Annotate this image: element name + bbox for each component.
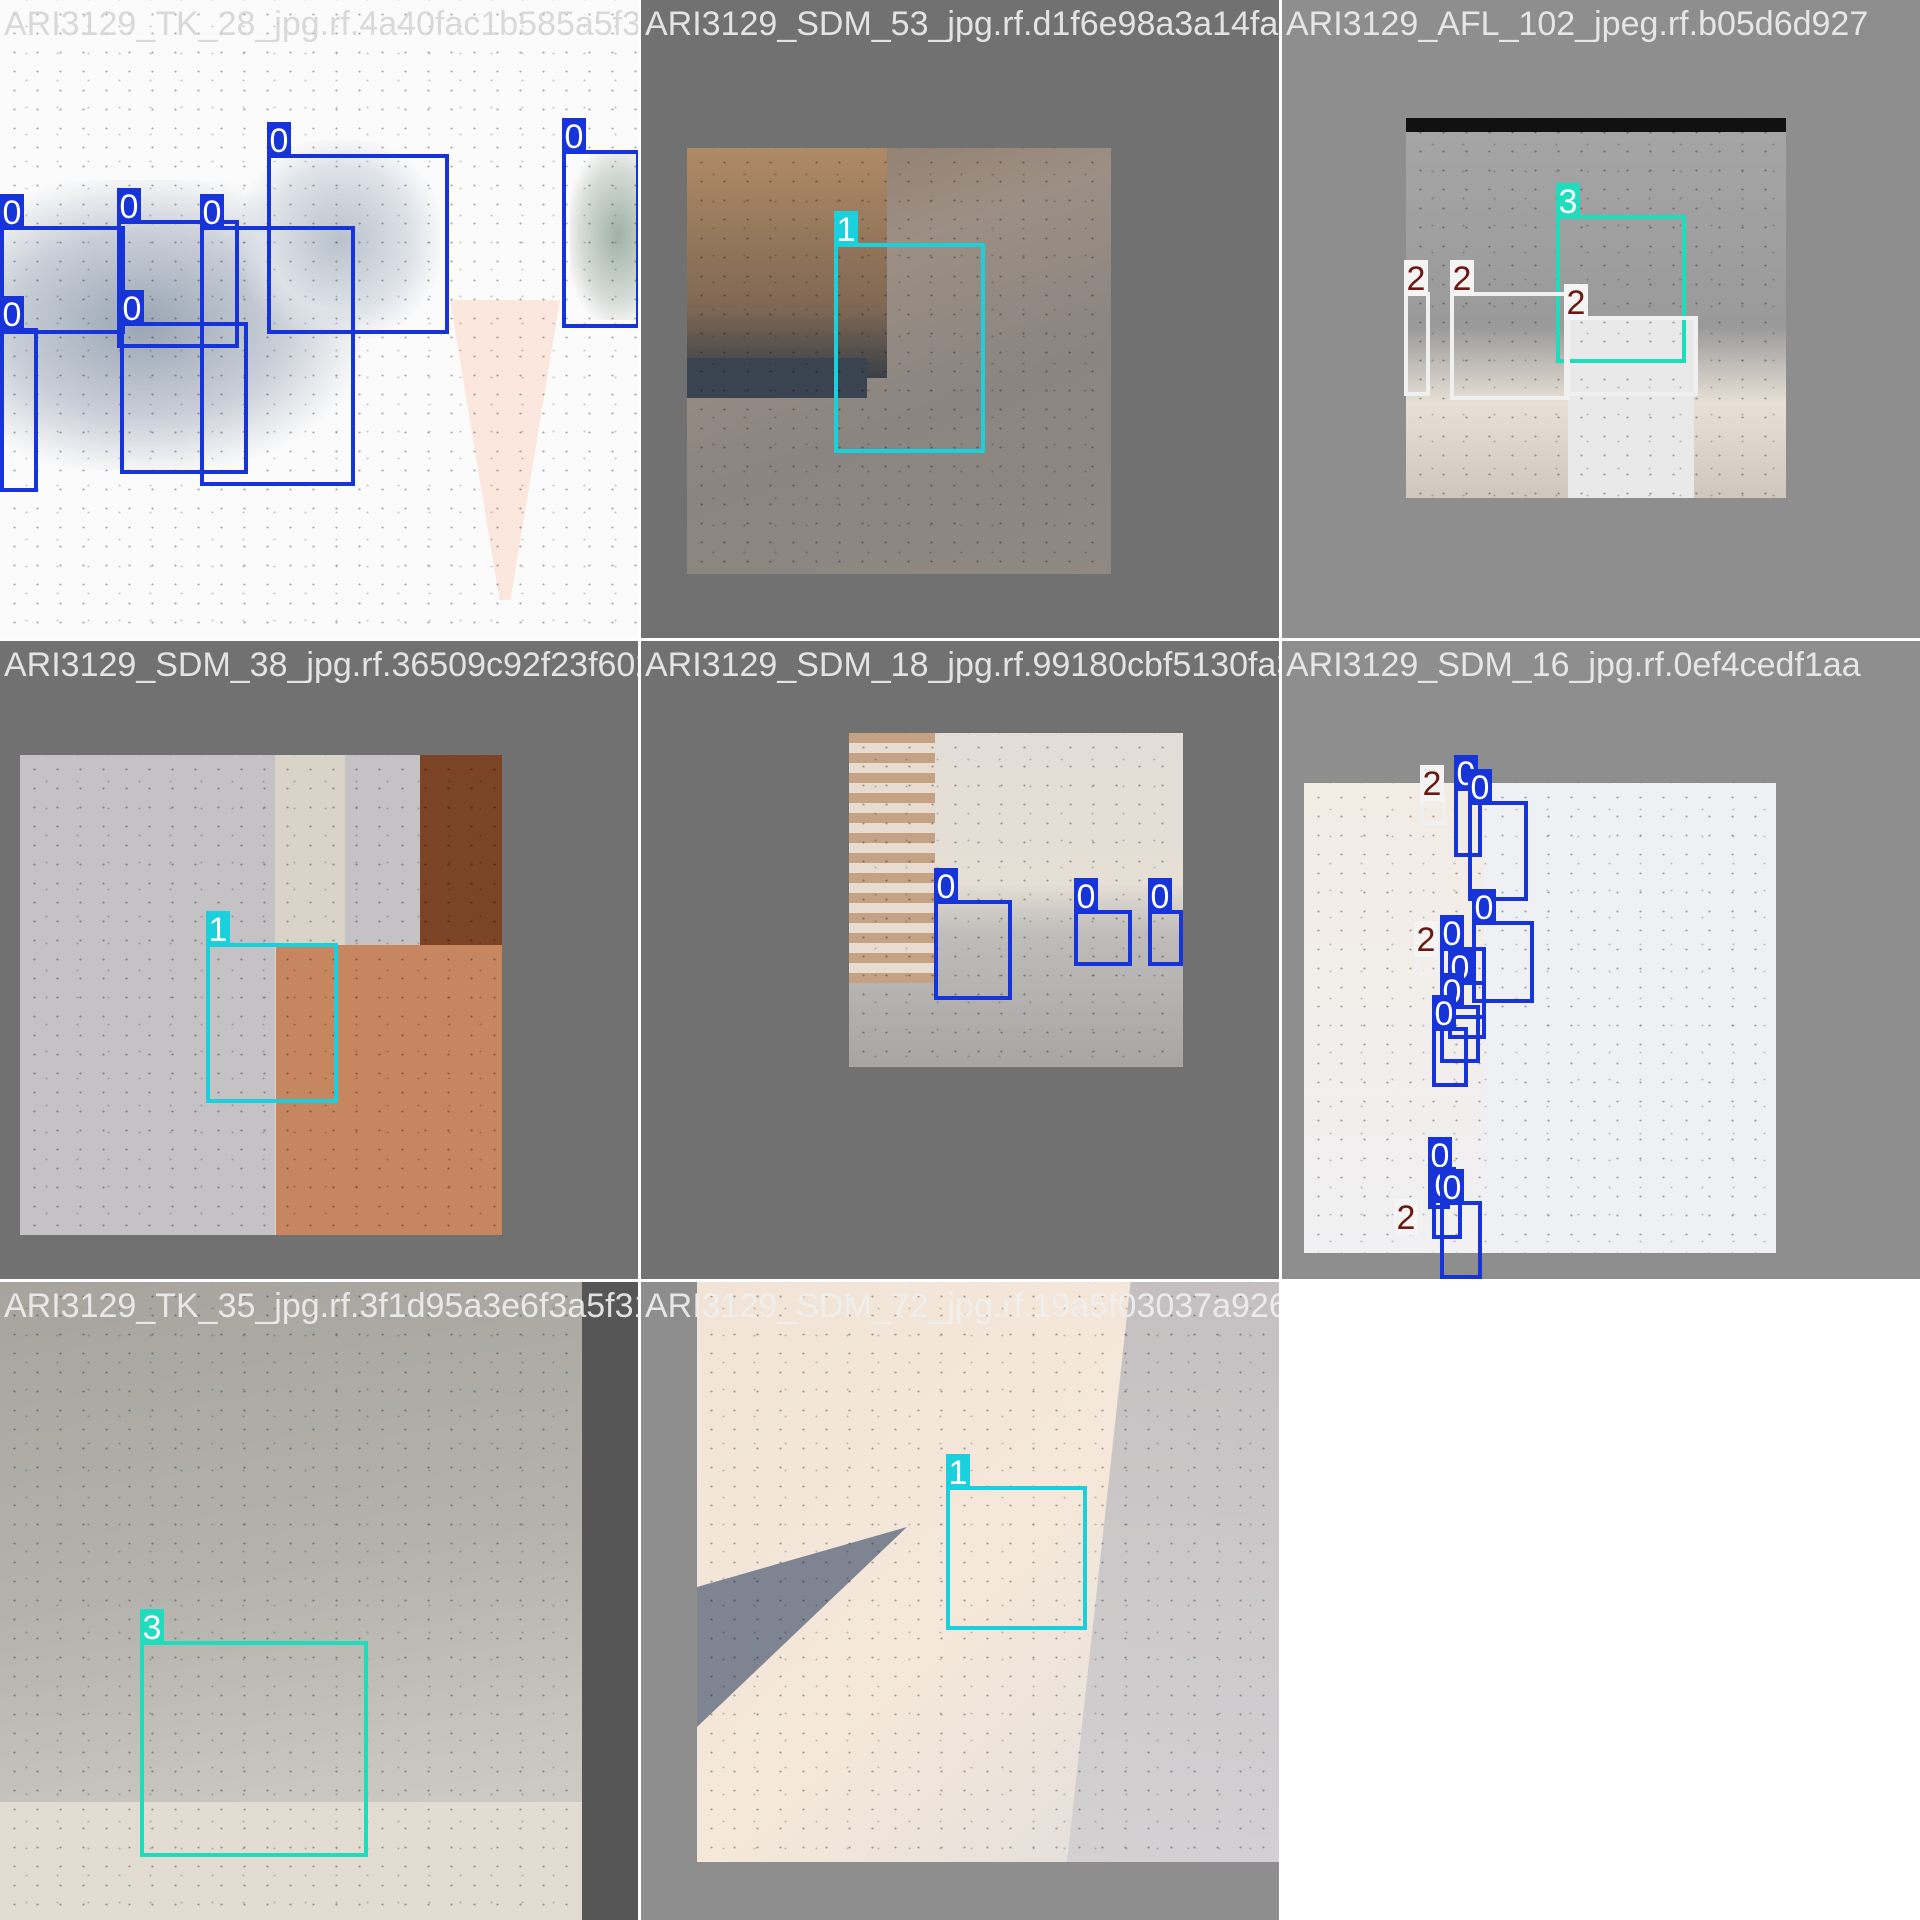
bbox-label: 1 [834,211,858,249]
bbox-label: 2 [1414,921,1438,959]
bbox-label: 2 [1404,260,1428,298]
bbox-label: 2 [1394,1199,1418,1237]
grid-divider-h2 [0,1279,1920,1282]
mosaic-tile-5: 0 0 0 ARI3129_SDM_18_jpg.rf.99180cbf5130… [641,641,1279,1279]
bbox-class-0: 0 [0,296,38,492]
image-filename: ARI3129_SDM_38_jpg.rf.36509c92f23f602929 [4,646,638,684]
bbox-class-2: 2 [1414,921,1440,975]
mosaic-tile-4: 1 ARI3129_SDM_38_jpg.rf.36509c92f23f6029… [0,641,638,1279]
bbox-class-0: 0 [1074,878,1132,966]
bbox-class-0: 0 [120,290,248,474]
mosaic-tile-3: 3 2 2 2 ARI3129_AFL_102_jpeg.rf.b05d6d92… [1282,0,1920,638]
bbox-class-2: 2 [1420,765,1446,825]
bbox-class-1: 1 [834,211,985,453]
image-filename: ARI3129_SDM_53_jpg.rf.d1f6e98a3a14fa6d73… [645,5,1279,43]
bbox-class-3: 3 [140,1609,368,1857]
bbox-label: 3 [140,1609,164,1647]
grid-divider-v1 [638,0,641,1920]
mosaic-tile-6: 2 0 0 0 0 0 2 0 0 0 0 0 2 ARI3129_SDM_16… [1282,641,1920,1279]
bbox-class-0: 0 [1440,1169,1482,1279]
bbox-label: 0 [1432,995,1456,1033]
image-filename: ARI3129_TK_35_jpg.rf.3f1d95a3e6f3a5f3129 [4,1287,638,1325]
grid-divider-h1 [0,638,1920,641]
bbox-label: 0 [1440,915,1464,953]
image-filename: ARI3129_AFL_102_jpeg.rf.b05d6d927 [1286,5,1869,43]
bbox-label: 2 [1564,284,1588,322]
bbox-label: 0 [0,296,24,334]
tile-5-image [849,733,1183,1067]
image-filename: ARI3129_TK_28_jpg.rf.4a40fac1b585a5f3c3e… [4,5,638,43]
bbox-label: 0 [120,290,144,328]
bbox-label: 0 [1440,1169,1464,1207]
bbox-label: 0 [200,194,224,232]
bbox-label: 0 [1074,878,1098,916]
bbox-class-0: 0 [1148,878,1183,966]
bbox-label: 0 [117,188,141,226]
mosaic-tile-1: 0 0 0 0 0 0 0 ARI3129_TK_28_jpg.rf.4a40f… [0,0,638,638]
bbox-label: 2 [1420,765,1444,803]
mosaic-tile-8: 1 ARI3129_SDM_72_jpg.rf.19a5f03037a92667… [641,1282,1279,1920]
mosaic-tile-2: 1 ARI3129_SDM_53_jpg.rf.d1f6e98a3a14fa6d… [641,0,1279,638]
bbox-label: 0 [0,194,24,232]
grid-divider-v2 [1279,0,1282,1920]
bbox-label: 1 [206,911,230,949]
bbox-label: 0 [1468,769,1492,807]
bbox-label: 0 [562,118,586,156]
bbox-label: 0 [934,868,958,906]
mosaic-tile-empty [1282,1282,1920,1920]
bbox-class-0: 0 [1468,769,1528,901]
bbox-class-0: 0 [267,122,449,334]
bbox-label: 0 [1148,878,1172,916]
bbox-class-2: 2 [1394,1199,1426,1253]
bbox-label: 1 [946,1454,970,1492]
bbox-class-2: 2 [1450,260,1570,400]
bbox-label: 3 [1556,183,1580,221]
bbox-label: 2 [1450,260,1474,298]
bbox-label: 0 [267,122,291,160]
bbox-class-0: 0 [934,868,1012,1000]
bbox-class-0: 0 [1432,995,1468,1087]
image-filename: ARI3129_SDM_18_jpg.rf.99180cbf5130fa3129 [645,646,1279,684]
image-filename: ARI3129_SDM_72_jpg.rf.19a5f03037a926678 [645,1287,1279,1325]
bbox-class-2: 2 [1404,260,1430,396]
image-filename: ARI3129_SDM_16_jpg.rf.0ef4cedf1aa [1286,646,1861,684]
tile-6-image [1304,783,1776,1253]
bbox-label: 0 [1472,889,1496,927]
mosaic-tile-7: 3 ARI3129_TK_35_jpg.rf.3f1d95a3e6f3a5f31… [0,1282,638,1920]
bbox-class-2: 2 [1564,284,1698,396]
bbox-class-0: 0 [562,118,638,328]
bbox-class-1: 1 [946,1454,1087,1630]
bbox-class-1: 1 [206,911,338,1103]
